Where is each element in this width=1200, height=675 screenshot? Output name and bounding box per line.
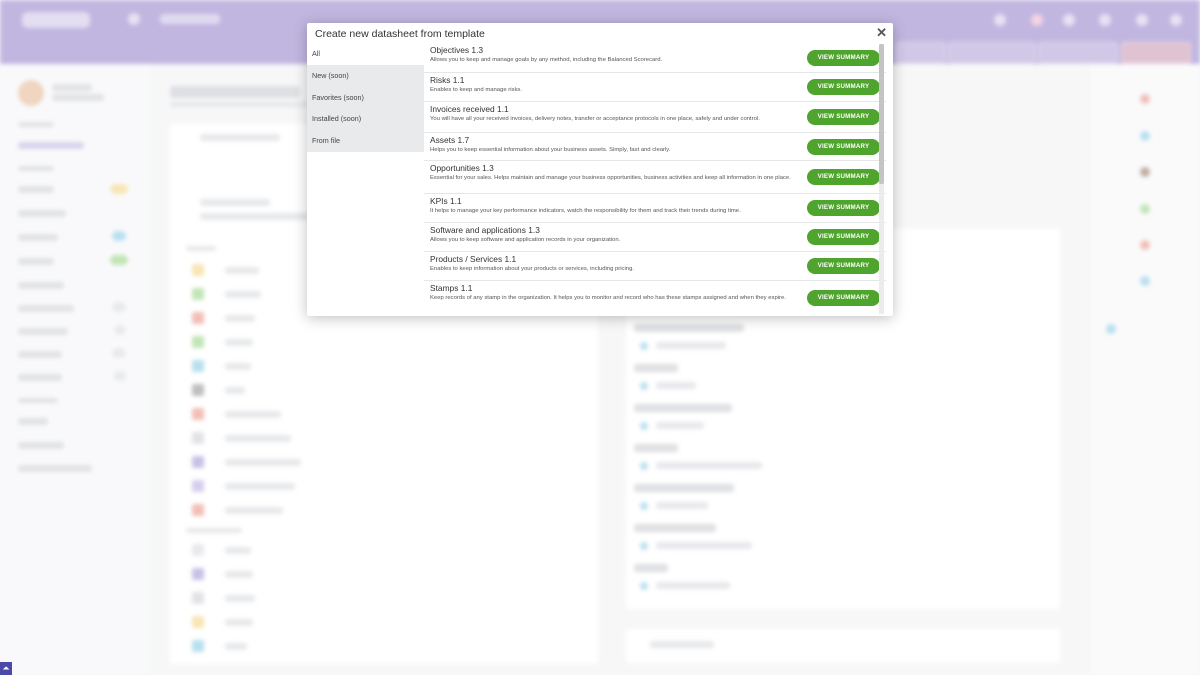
list-item: Objectives 1.3 Allows you to keep and ma… [424, 43, 886, 73]
template-description: Keep records of any stamp in the organiz… [430, 295, 786, 301]
template-description: Enables to keep and manage risks. [430, 87, 523, 93]
template-description: You will have all your received invoices… [430, 116, 760, 122]
list-item: Assets 1.7 Helps you to keep essential i… [424, 133, 886, 161]
template-list: Objectives 1.3 Allows you to keep and ma… [424, 43, 886, 316]
view-summary-button[interactable]: VIEW SUMMARY [807, 79, 880, 95]
list-item: Opportunities 1.3 Essential for your sal… [424, 161, 886, 194]
modal-title: Create new datasheet from template [315, 28, 485, 40]
template-category-tabs: All New (soon) Favorites (soon) Installe… [307, 43, 424, 152]
list-item: Products / Services 1.1 Enables to keep … [424, 252, 886, 281]
view-summary-button[interactable]: VIEW SUMMARY [807, 169, 880, 185]
view-summary-button[interactable]: VIEW SUMMARY [807, 49, 880, 66]
template-description: It helps to manage your key performance … [430, 208, 741, 214]
template-description: Allows you to keep software and applicat… [430, 237, 621, 243]
close-icon[interactable]: ✕ [876, 25, 887, 41]
tab-all[interactable]: All [307, 43, 424, 65]
tab-from-file[interactable]: From file [307, 130, 424, 152]
list-item: Software and applications 1.3 Allows you… [424, 223, 886, 252]
view-summary-button[interactable]: VIEW SUMMARY [807, 289, 880, 306]
tab-installed[interactable]: Installed (soon) [307, 108, 424, 131]
scrollbar-thumb[interactable] [879, 44, 884, 184]
list-item: Stamps 1.1 Keep records of any stamp in … [424, 281, 886, 314]
template-list-scrollbar[interactable] [879, 44, 884, 314]
view-summary-button[interactable]: VIEW SUMMARY [807, 258, 880, 274]
template-description: Helps you to keep essential information … [430, 147, 671, 153]
view-summary-button[interactable]: VIEW SUMMARY [807, 109, 880, 125]
tab-new[interactable]: New (soon) [307, 64, 424, 87]
view-summary-button[interactable]: VIEW SUMMARY [807, 138, 880, 155]
list-item: Invoices received 1.1 You will have all … [424, 102, 886, 133]
template-description: Enables to keep information about your p… [430, 266, 634, 272]
template-description: Allows you to keep and manage goals by a… [430, 57, 663, 63]
tab-favorites[interactable]: Favorites (soon) [307, 86, 424, 109]
list-item: KPIs 1.1 It helps to manage your key per… [424, 194, 886, 223]
create-datasheet-modal: Create new datasheet from template ✕ All… [307, 23, 893, 316]
view-summary-button[interactable]: VIEW SUMMARY [807, 200, 880, 216]
template-description: Essential for your sales. Helps maintain… [430, 175, 791, 181]
app-badge-icon: ⏶ [0, 662, 12, 675]
list-item: Risks 1.1 Enables to keep and manage ris… [424, 73, 886, 102]
view-summary-button[interactable]: VIEW SUMMARY [807, 229, 880, 245]
